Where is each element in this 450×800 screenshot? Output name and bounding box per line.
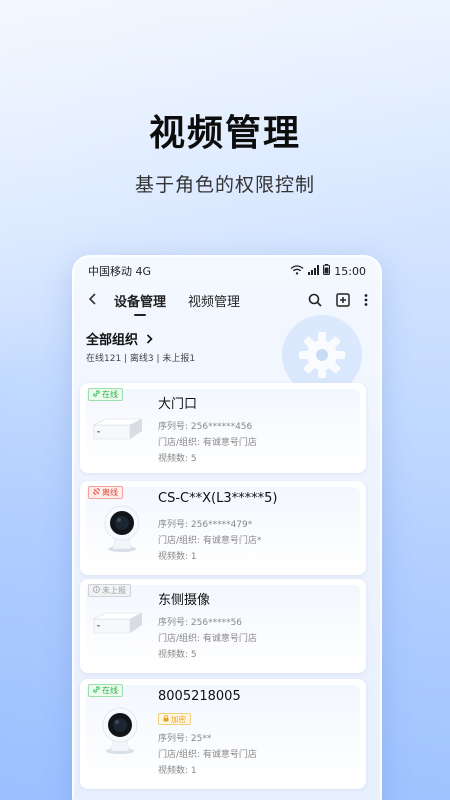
link-icon xyxy=(93,390,100,399)
chevron-left-icon[interactable] xyxy=(82,290,104,311)
encrypt-badge: 加密 xyxy=(158,713,191,725)
device-video-count: 视频数: 1 xyxy=(158,766,197,776)
chevron-right-icon xyxy=(146,333,153,348)
camera-device-image xyxy=(100,705,140,759)
device-card[interactable]: 在线 8005218005 加密 序列号: 25** 门店/组织: 有诚意号门店… xyxy=(80,679,366,789)
status-label: 离线 xyxy=(102,488,118,497)
signal-icon xyxy=(308,264,320,278)
status-badge: 未上报 xyxy=(88,584,131,597)
status-bar: 中国移动 4G 15:00 xyxy=(88,263,366,279)
device-store: 门店/组织: 有诚意号门店* xyxy=(158,536,262,546)
device-store: 门店/组织: 有诚意号门店 xyxy=(158,634,257,644)
status-badge: 在线 xyxy=(88,388,123,401)
org-title-label: 全部组织 xyxy=(86,333,139,348)
status-label: 在线 xyxy=(102,390,118,399)
info-icon xyxy=(93,586,100,595)
org-selector[interactable]: 全部组织 xyxy=(86,329,153,348)
device-serial: 序列号: 25** xyxy=(158,734,212,744)
device-store: 门店/组织: 有诚意号门店 xyxy=(158,750,257,760)
tab-video-management[interactable]: 视频管理 xyxy=(188,291,240,310)
link-icon xyxy=(93,686,100,695)
org-stats: 在线121 | 离线3 | 未上报1 xyxy=(86,354,196,364)
status-right: 15:00 xyxy=(290,264,366,278)
status-label: 未上报 xyxy=(102,586,126,595)
search-icon[interactable] xyxy=(308,293,322,307)
top-nav: 设备管理 视频管理 xyxy=(82,287,368,316)
device-video-count: 视频数: 1 xyxy=(158,552,197,562)
camera-device-image xyxy=(102,503,142,557)
wifi-icon xyxy=(290,264,304,278)
device-name: CS-C**X(L3*****5) xyxy=(158,491,278,506)
device-video-count: 视频数: 5 xyxy=(158,454,197,464)
status-label: 在线 xyxy=(102,686,118,695)
device-name: 东侧摄像 xyxy=(158,593,211,608)
broken-link-icon xyxy=(93,488,100,497)
lock-icon xyxy=(163,714,169,724)
device-card[interactable]: 离线 CS-C**X(L3*****5) 序列号: 256*****479* 门… xyxy=(80,481,366,575)
nav-icons xyxy=(308,293,368,307)
more-vertical-icon[interactable] xyxy=(364,293,368,307)
add-icon[interactable] xyxy=(336,293,350,307)
device-name: 8005218005 xyxy=(158,689,241,704)
device-card[interactable]: 未上报 东侧摄像 序列号: 256*****56 门店/组织: 有诚意号门店 视… xyxy=(80,579,366,673)
encrypt-label: 加密 xyxy=(171,714,186,724)
tab-device-management[interactable]: 设备管理 xyxy=(114,291,166,316)
device-serial: 序列号: 256*****56 xyxy=(158,618,243,628)
poster-subtitle: 基于角色的权限控制 xyxy=(134,174,315,196)
device-serial: 序列号: 256*****479* xyxy=(158,520,253,530)
status-badge: 在线 xyxy=(88,684,123,697)
nvr-device-image xyxy=(92,611,144,639)
phone-screen: 中国移动 4G 15:00 设备管理 视频管理 全部组织 在线121 | 离线3… xyxy=(72,255,382,800)
device-name: 大门口 xyxy=(158,397,198,412)
carrier-label: 中国移动 4G xyxy=(88,265,152,278)
device-card[interactable]: 在线 大门口 序列号: 256******456 门店/组织: 有诚意号门店 视… xyxy=(80,383,366,473)
device-video-count: 视频数: 5 xyxy=(158,650,197,660)
device-store: 门店/组织: 有诚意号门店 xyxy=(158,438,257,448)
clock-label: 15:00 xyxy=(334,264,366,278)
battery-icon xyxy=(323,264,331,278)
poster-title: 视频管理 xyxy=(148,113,301,154)
nvr-device-image xyxy=(92,417,144,445)
device-serial: 序列号: 256******456 xyxy=(158,422,253,432)
status-badge: 离线 xyxy=(88,486,123,499)
